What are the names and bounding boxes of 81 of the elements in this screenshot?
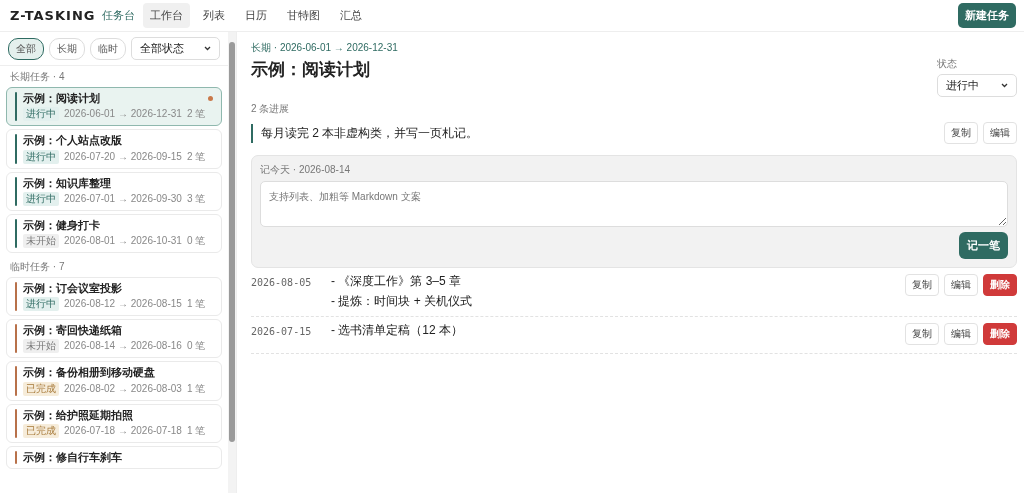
filter-chip[interactable]: 全部: [8, 37, 44, 60]
task-heading: 示例：阅读计划: [251, 60, 370, 81]
task-card[interactable]: 示例：订会议室投影 进行中 2026-08-12 → 2026-08-15 1 笔: [6, 276, 222, 317]
task-dates: 2026-07-01 → 2026-09-30: [64, 192, 182, 205]
task-title: 示例：个人站点改版: [23, 134, 123, 148]
entry-count: 1 笔: [186, 424, 206, 437]
app-subtitle: 任务台: [102, 8, 136, 23]
task-card[interactable]: 示例：知识库整理 进行中 2026-07-01 → 2026-09-30 3 笔: [6, 171, 222, 211]
edit-button[interactable]: 编辑: [944, 323, 978, 346]
status-badge: 未开始: [23, 339, 59, 354]
entry-line: - 选书清单定稿（12 本）: [331, 323, 464, 338]
note-input[interactable]: 支持列表、加粗等 Markdown 文案: [260, 181, 1008, 228]
task-title: 示例：订会议室投影: [23, 281, 123, 296]
group-heading: 临时任务 · 7: [9, 259, 66, 274]
entry-count: 1 笔: [186, 298, 206, 311]
nav-tab[interactable]: 日历: [238, 3, 275, 28]
status-label: 状态: [937, 58, 958, 70]
entry-line: - 《深度工作》第 3–5 章: [331, 274, 463, 289]
submit-button[interactable]: 记一笔: [959, 232, 1008, 260]
delete-button[interactable]: 删除: [983, 274, 1017, 297]
entry-line: - 提炼：时间块 + 关机仪式: [331, 293, 473, 309]
status-badge: 已完成: [23, 423, 59, 438]
task-card[interactable]: 示例：阅读计划 进行中 2026-06-01 → 2026-12-31 2 笔: [6, 87, 222, 127]
entry-count: 0 笔: [186, 340, 206, 353]
task-title: 示例：健身打卡: [23, 218, 101, 232]
goal-quote: 每月读完 2 本非虚构类，并写一页札记。: [251, 124, 479, 143]
entry-date: 2026-07-15: [251, 325, 313, 339]
status-select[interactable]: 全部状态: [131, 37, 220, 61]
task-dates: 2026-06-01 → 2026-12-31: [64, 108, 182, 121]
edit-button[interactable]: 编辑: [944, 274, 978, 297]
breadcrumb: 长期 · 2026-06-01 → 2026-12-31: [251, 42, 399, 54]
entry-count: 0 笔: [186, 234, 206, 247]
task-dates: 2026-08-14 → 2026-08-16: [64, 340, 182, 353]
task-card[interactable]: 示例：修自行车刹车: [6, 445, 222, 469]
scrollbar[interactable]: [228, 32, 236, 493]
nav-tab[interactable]: 甘特图: [280, 3, 328, 28]
task-card[interactable]: 示例：健身打卡 未开始 2026-08-01 → 2026-10-31 0 笔: [6, 213, 222, 253]
group-heading: 长期任务 · 4: [9, 70, 66, 85]
task-title: 示例：寄回快递纸箱: [23, 324, 123, 338]
status-badge: 已完成: [23, 381, 59, 396]
task-dates: 2026-07-18 → 2026-07-18: [64, 424, 182, 437]
filter-chip[interactable]: 长期: [49, 37, 85, 60]
task-title: 示例：知识库整理: [23, 176, 112, 190]
entry-count: 2 笔: [186, 108, 206, 121]
task-title: 示例：备份相册到移动硬盘: [23, 366, 156, 380]
task-title: 示例：给护照延期拍照: [23, 408, 134, 422]
nav-tab[interactable]: 工作台: [143, 3, 191, 28]
task-dates: 2026-08-12 → 2026-08-15: [64, 298, 182, 311]
copy-button[interactable]: 复制: [905, 323, 939, 346]
entry-count: 2 笔: [186, 150, 206, 163]
task-card[interactable]: 示例：备份相册到移动硬盘 已完成 2026-08-02 → 2026-08-03 1 笔: [6, 361, 222, 401]
task-card[interactable]: 示例：给护照延期拍照 已完成 2026-07-18 → 2026-07-18 1 笔: [6, 403, 222, 443]
filter-chip[interactable]: 临时: [90, 37, 126, 60]
edit-button[interactable]: 编辑: [983, 122, 1017, 145]
status-select[interactable]: 进行中: [937, 74, 1017, 98]
entry-count: 3 笔: [186, 192, 206, 205]
delete-button[interactable]: 删除: [983, 323, 1017, 346]
status-badge: 进行中: [23, 297, 59, 312]
task-title: 示例：修自行车刹车: [23, 450, 122, 464]
entry-date: 2026-08-05: [251, 276, 313, 290]
copy-button[interactable]: 复制: [905, 274, 939, 297]
status-badge: 进行中: [23, 107, 59, 122]
copy-button[interactable]: 复制: [944, 122, 978, 145]
status-badge: 未开始: [23, 233, 59, 248]
new-task-button[interactable]: 新建任务: [958, 3, 1016, 28]
progress-count: 2 条进展: [251, 103, 290, 115]
task-card[interactable]: 示例：个人站点改版 进行中 2026-07-20 → 2026-09-15 2 笔: [6, 129, 222, 169]
task-title: 示例：阅读计划: [23, 92, 101, 106]
status-badge: 进行中: [23, 149, 59, 164]
chevron-down-icon: [1001, 83, 1008, 89]
task-dates: 2026-08-01 → 2026-10-31: [64, 234, 182, 247]
app-logo: Z-TASKING: [10, 7, 96, 24]
task-dates: 2026-08-02 → 2026-08-03: [64, 382, 182, 395]
nav-tab[interactable]: 列表: [196, 3, 233, 28]
task-dates: 2026-07-20 → 2026-09-15: [64, 150, 182, 163]
composer-label: 记今天 · 2026-08-14: [260, 164, 352, 177]
status-badge: 进行中: [23, 191, 59, 206]
entry-count: 1 笔: [186, 382, 206, 395]
nav-tab[interactable]: 汇总: [333, 3, 370, 28]
task-card[interactable]: 示例：寄回快递纸箱 未开始 2026-08-14 → 2026-08-16 0 笔: [6, 319, 222, 359]
chevron-down-icon: [204, 46, 211, 52]
